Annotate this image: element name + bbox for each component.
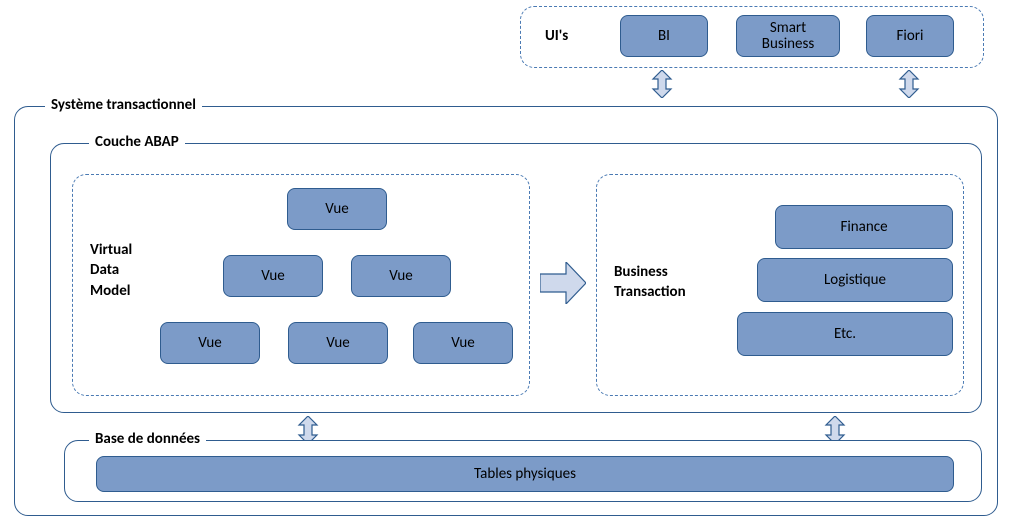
vue-label: Vue bbox=[389, 268, 413, 285]
bt-stack-item-etc: Etc. bbox=[737, 312, 953, 356]
ui-item-bi: BI bbox=[620, 15, 708, 57]
vue-node: Vue bbox=[288, 322, 388, 364]
bidirectional-arrow-icon bbox=[649, 70, 675, 98]
bt-title: Business Transaction bbox=[614, 262, 686, 303]
transactional-title: Système transactionnel bbox=[45, 96, 202, 114]
bidirectional-arrow-icon bbox=[896, 70, 922, 98]
bt-stack-label: Etc. bbox=[834, 326, 856, 343]
bt-stack-item-finance: Finance bbox=[775, 205, 953, 249]
bt-stack-item-logistique: Logistique bbox=[757, 258, 953, 302]
vdm-title: Virtual Data Model bbox=[90, 240, 132, 301]
vue-node: Vue bbox=[160, 322, 260, 364]
vue-node: Vue bbox=[223, 255, 323, 297]
ui-item-label: Fiori bbox=[897, 28, 924, 45]
uis-title: UI's bbox=[545, 26, 568, 46]
bt-stack-label: Finance bbox=[840, 219, 887, 236]
ui-item-fiori: Fiori bbox=[866, 15, 954, 57]
ui-item-label: BI bbox=[658, 28, 670, 45]
vue-label: Vue bbox=[261, 268, 285, 285]
vue-label: Vue bbox=[451, 335, 475, 352]
vue-node: Vue bbox=[351, 255, 451, 297]
vue-label: Vue bbox=[326, 335, 350, 352]
ui-item-label: Smart Business bbox=[762, 20, 814, 53]
abap-title: Couche ABAP bbox=[89, 133, 185, 151]
bt-stack-label: Logistique bbox=[824, 272, 886, 289]
vue-node: Vue bbox=[287, 188, 387, 230]
ui-item-smart-business: Smart Business bbox=[736, 15, 840, 57]
right-arrow-icon bbox=[540, 262, 586, 304]
tables-physiques-block: Tables physiques bbox=[96, 456, 954, 492]
vue-node: Vue bbox=[413, 322, 513, 364]
tables-label: Tables physiques bbox=[474, 466, 576, 483]
vue-label: Vue bbox=[198, 335, 222, 352]
db-title: Base de données bbox=[89, 430, 206, 448]
vue-label: Vue bbox=[325, 201, 349, 218]
